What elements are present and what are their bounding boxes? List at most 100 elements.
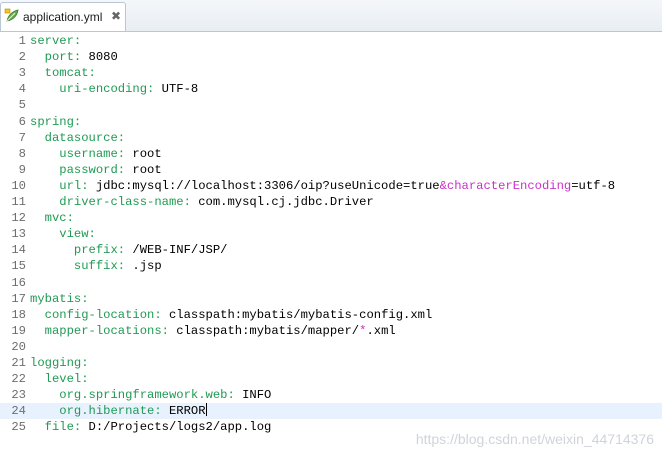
yaml-key: prefix:	[30, 243, 133, 258]
code-editor[interactable]: 1 server: 2 port: 8080 3 tomcat: 4 uri-encod…	[0, 32, 662, 461]
code-line[interactable]: 15 suffix: .jsp	[0, 258, 662, 274]
code-line[interactable]: 23 org.springframework.web: INFO	[0, 387, 662, 403]
yaml-key: file:	[30, 420, 89, 435]
line-code: uri-encoding: UTF-8	[30, 81, 198, 97]
code-line[interactable]: 5	[0, 97, 662, 113]
line-number: 24	[11, 404, 26, 419]
yaml-key: spring:	[30, 114, 82, 129]
yaml-key: view:	[30, 227, 96, 242]
code-line[interactable]: 20	[0, 339, 662, 355]
line-code: server:	[30, 33, 81, 49]
line-number: 16	[11, 275, 26, 290]
yaml-value: D:/Projects/logs2/app.log	[88, 420, 272, 435]
code-line[interactable]: 3 tomcat:	[0, 65, 662, 81]
code-line[interactable]: 19 mapper-locations: classpath:mybatis/m…	[0, 323, 662, 339]
code-line[interactable]: 22 level:	[0, 371, 662, 387]
yaml-key: server:	[30, 34, 82, 48]
yaml-key: port:	[30, 50, 89, 65]
line-number: 9	[18, 162, 26, 177]
line-number: 11	[11, 195, 26, 209]
yaml-key: tomcat:	[30, 66, 96, 81]
line-code: view:	[30, 226, 96, 242]
line-code: config-location: classpath:mybatis/mybat…	[30, 307, 433, 323]
yaml-value: .xml	[366, 323, 396, 338]
line-code: mvc:	[30, 210, 74, 226]
yaml-value: .jsp	[132, 259, 162, 274]
line-code: org.springframework.web: INFO	[30, 387, 271, 403]
line-number: 6	[18, 114, 26, 129]
yaml-value: INFO	[242, 388, 272, 403]
line-number: 17	[11, 291, 26, 306]
line-code: driver-class-name: com.mysql.cj.jdbc.Dri…	[30, 194, 374, 210]
yaml-key: level:	[30, 372, 89, 387]
line-code: mapper-locations: classpath:mybatis/mapp…	[30, 323, 396, 339]
code-line[interactable]: 9 password: root	[0, 162, 662, 178]
code-line[interactable]: 13 view:	[0, 226, 662, 242]
yaml-value: ERROR	[168, 404, 206, 419]
line-number: 22	[11, 372, 26, 387]
line-code: prefix: /WEB-INF/JSP/	[30, 242, 228, 258]
yaml-key: username:	[30, 146, 133, 161]
line-number: 23	[11, 388, 26, 403]
line-code: suffix: .jsp	[30, 258, 162, 274]
close-icon[interactable]: ✖	[109, 9, 123, 23]
line-code: org.hibernate: ERROR	[30, 403, 207, 419]
code-line[interactable]: 7 datasource:	[0, 130, 662, 146]
line-number: 15	[11, 259, 26, 274]
code-line[interactable]: 18 config-location: classpath:mybatis/my…	[0, 307, 662, 323]
code-line[interactable]: 1 server:	[0, 33, 662, 49]
line-number: 12	[11, 211, 26, 226]
yaml-value: UTF-8	[161, 82, 199, 97]
yaml-value: classpath:mybatis/mybatis-config.xml	[168, 307, 433, 322]
yaml-key: driver-class-name:	[30, 195, 199, 209]
code-line[interactable]: 6 spring:	[0, 114, 662, 130]
line-number: 18	[11, 307, 26, 322]
code-line[interactable]: 10 url: jdbc:mysql://localhost:3306/oip?…	[0, 178, 662, 194]
yaml-value: root	[132, 162, 162, 177]
special-token: &characterEncoding	[439, 178, 572, 193]
code-line[interactable]: 21 logging:	[0, 355, 662, 371]
yaml-key: mapper-locations:	[30, 323, 177, 338]
editor-tab-bar: application.yml ✖	[0, 0, 662, 32]
yaml-key: config-location:	[30, 307, 169, 322]
code-line[interactable]: 14 prefix: /WEB-INF/JSP/	[0, 242, 662, 258]
line-number: 1	[18, 34, 26, 48]
line-number: 5	[18, 98, 26, 113]
line-number: 2	[18, 50, 26, 65]
yaml-key: uri-encoding:	[30, 82, 162, 97]
yaml-key: password:	[30, 162, 133, 177]
line-code: file: D:/Projects/logs2/app.log	[30, 419, 272, 435]
code-line[interactable]: 17 mybatis:	[0, 291, 662, 307]
yaml-key: logging:	[30, 356, 89, 370]
tab-title: application.yml	[23, 10, 103, 24]
line-code: password: root	[30, 162, 162, 178]
watermark-text: https://blog.csdn.net/weixin_44714376	[415, 431, 654, 447]
yaml-key: org.hibernate:	[30, 404, 169, 419]
line-number: 21	[11, 356, 26, 370]
yaml-key: org.springframework.web:	[30, 388, 243, 403]
yaml-value: classpath:mybatis/mapper/	[176, 323, 360, 338]
yaml-value: jdbc:mysql://localhost:3306/oip?useUnico…	[95, 178, 440, 193]
yaml-key: mvc:	[30, 211, 74, 226]
line-number: 25	[11, 420, 26, 435]
code-line[interactable]: 4 uri-encoding: UTF-8	[0, 81, 662, 97]
code-line[interactable]: 12 mvc:	[0, 210, 662, 226]
line-number: 19	[11, 323, 26, 338]
line-number: 13	[11, 227, 26, 242]
tab-application-yml[interactable]: application.yml ✖	[0, 2, 126, 31]
yaml-key: datasource:	[30, 130, 126, 145]
yaml-value: com.mysql.cj.jdbc.Driver	[198, 195, 374, 209]
code-line[interactable]: 24 org.hibernate: ERROR	[0, 403, 662, 420]
code-line[interactable]: 8 username: root	[0, 146, 662, 162]
line-code: logging:	[30, 355, 89, 371]
code-line[interactable]: 16	[0, 275, 662, 291]
yaml-key: suffix:	[30, 259, 133, 274]
line-code: datasource:	[30, 130, 125, 146]
yaml-value: 8080	[88, 50, 118, 65]
text-caret	[205, 403, 207, 417]
code-line[interactable]: 11 driver-class-name: com.mysql.cj.jdbc.…	[0, 194, 662, 210]
yaml-key: mybatis:	[30, 291, 89, 306]
code-line[interactable]: 2 port: 8080	[0, 49, 662, 65]
yaml-key: url:	[30, 178, 96, 193]
line-code: tomcat:	[30, 65, 96, 81]
